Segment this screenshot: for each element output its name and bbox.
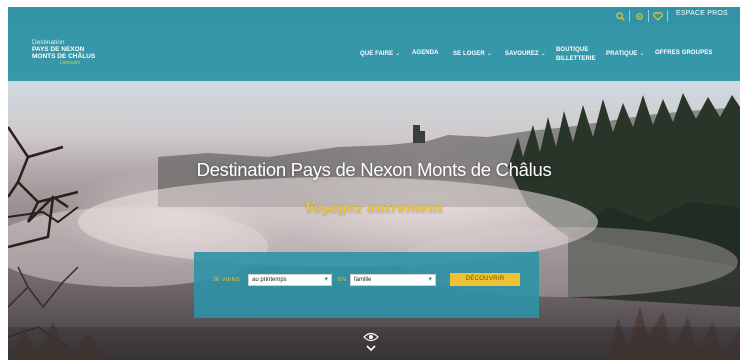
nav-label: AGENDA <box>412 50 439 56</box>
chevron-down-icon: ⌄ <box>639 51 645 57</box>
utility-divider <box>667 10 668 22</box>
search-icon[interactable] <box>613 9 627 23</box>
eye-icon <box>363 332 379 342</box>
chevron-down-icon: ⌄ <box>395 51 401 57</box>
nav-label: QUE FAIRE <box>360 51 394 57</box>
season-select[interactable]: au printemps ▾ <box>248 274 332 286</box>
hero-title: Destination Pays de Nexon Monts de Châlu… <box>196 159 552 180</box>
page: ESPACE PROS Destination PAYS DE NEXON MO… <box>8 7 740 360</box>
gear-icon[interactable] <box>632 9 646 23</box>
utility-divider <box>629 10 630 22</box>
espace-pros-link[interactable]: ESPACE PROS <box>676 10 728 17</box>
logo-line-3: MONTS DE CHÂLUS <box>32 53 96 60</box>
nav-savourez[interactable]: SAVOUREZ ⌄ <box>505 50 546 57</box>
main-navigation: Destination PAYS DE NEXON MONTS DE CHÂLU… <box>8 25 740 81</box>
utility-divider <box>648 10 649 22</box>
season-select-value: au printemps <box>252 277 287 283</box>
label-en: EN <box>338 277 347 283</box>
chevron-down-icon: ▾ <box>428 276 432 283</box>
logo-line-1: Destination <box>32 39 65 46</box>
nav-label: SE LOGER <box>453 51 485 57</box>
discover-button[interactable]: DÉCOUVRIR <box>450 273 520 286</box>
nav-boutique-billetterie[interactable]: BOUTIQUE BILLETTERIE <box>556 46 596 64</box>
hero-subtitle: Voyagez autrement <box>304 201 444 216</box>
nav-offres-groupes[interactable]: OFFRES GROUPES <box>655 50 712 56</box>
nav-que-faire[interactable]: QUE FAIRE ⌄ <box>360 50 400 57</box>
site-logo[interactable]: Destination PAYS DE NEXON MONTS DE CHÂLU… <box>32 39 95 67</box>
top-utility-bar: ESPACE PROS <box>8 7 740 25</box>
logo-tagline: Limousin <box>60 60 81 66</box>
logo-line-2: PAYS DE NEXON <box>32 46 85 53</box>
nav-se-loger[interactable]: SE LOGER ⌄ <box>453 50 492 57</box>
nav-label-2: BILLETTERIE <box>556 56 596 62</box>
nav-agenda[interactable]: AGENDA <box>412 50 439 56</box>
nav-label: OFFRES GROUPES <box>655 50 713 56</box>
companion-select-value: famille <box>354 277 372 283</box>
nav-label: PRATIQUE <box>606 51 638 57</box>
companion-select[interactable]: famille ▾ <box>350 274 436 286</box>
heart-icon[interactable] <box>651 9 665 23</box>
chevron-down-icon: ⌄ <box>540 51 546 57</box>
scroll-down-icon[interactable] <box>365 344 377 354</box>
label-je-viens: JE VIENS <box>213 277 240 283</box>
chevron-down-icon: ⌄ <box>486 51 492 57</box>
nav-label: SAVOUREZ <box>505 51 539 57</box>
nav-pratique[interactable]: PRATIQUE ⌄ <box>606 50 645 57</box>
chevron-down-icon: ▾ <box>324 276 328 283</box>
nav-label: BOUTIQUE <box>556 47 589 53</box>
